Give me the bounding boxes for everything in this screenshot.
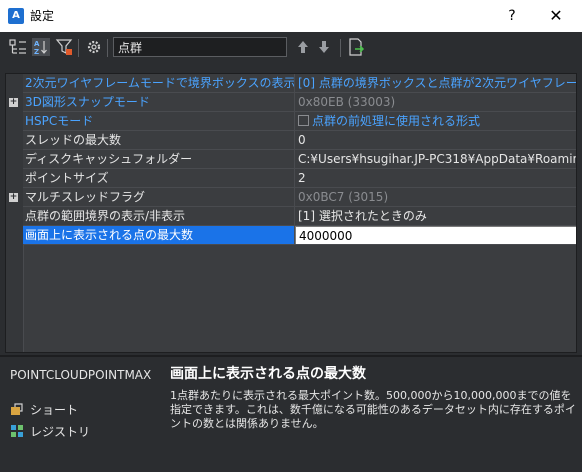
window-title: 設定 [30,9,55,23]
property-value-text: 点群の前処理に使用される形式 [312,114,481,128]
property-name: マルチスレッドフラグ [23,188,295,207]
property-value[interactable]: 0x0BC7 (3015) [295,188,576,207]
alphabetical-view-icon[interactable]: A Z [32,38,50,56]
description-title: 画面上に表示される点の最大数 [170,366,366,382]
filter-icon[interactable] [55,38,73,56]
registry-link[interactable]: レジストリ [10,424,90,440]
property-value[interactable]: 2 [295,169,576,188]
close-button[interactable]: ✕ [541,4,571,28]
property-row[interactable]: + マルチスレッドフラグ 0x0BC7 (3015) [6,188,576,207]
search-input[interactable] [113,37,287,57]
property-name: ポイントサイズ [23,169,295,188]
property-row[interactable]: 2次元ワイヤフレームモードで境界ボックスの表示/非表示 [0] 点群の境界ボック… [6,74,576,93]
property-name: 画面上に表示される点の最大数 [23,226,295,245]
property-row[interactable]: HSPCモード 点群の前処理に使用される形式 [6,112,576,131]
gear-icon[interactable] [85,38,103,56]
shortcut-icon [11,403,23,415]
property-value[interactable]: 点群の前処理に使用される形式 [295,112,576,131]
registry-icon [11,425,23,437]
property-value[interactable]: 0x80EB (33003) [295,93,576,112]
svg-text:Z: Z [34,48,39,56]
property-name: スレッドの最大数 [23,131,295,150]
toolbar: A Z [0,32,582,62]
help-button[interactable]: ? [500,4,524,28]
title-bar: A 設定 ? ✕ [0,0,582,32]
export-icon[interactable] [347,38,365,56]
property-name: 2次元ワイヤフレームモードで境界ボックスの表示/非表示 [23,74,295,93]
property-row-selected[interactable]: 画面上に表示される点の最大数 [6,226,576,245]
app-icon: A [8,8,24,24]
grid-empty-area [23,245,576,352]
property-name: 点群の範囲境界の表示/非表示 [23,207,295,226]
property-row[interactable]: + 3D図形スナップモード 0x80EB (33003) [6,93,576,112]
panel-splitter[interactable] [0,355,582,357]
shortcut-label: ショート [30,403,79,417]
checkbox[interactable] [298,115,309,126]
expand-icon[interactable]: + [9,98,18,107]
property-grid: 2次元ワイヤフレームモードで境界ボックスの表示/非表示 [0] 点群の境界ボック… [5,73,577,353]
property-value[interactable] [295,226,576,245]
property-value-input[interactable] [295,226,576,244]
arrow-down-icon[interactable] [315,38,333,56]
toolbar-separator [340,39,341,57]
expand-icon[interactable]: + [9,193,18,202]
shortcut-link[interactable]: ショート [10,402,78,418]
property-row[interactable]: 点群の範囲境界の表示/非表示 [1] 選択されたときのみ [6,207,576,226]
property-value[interactable]: C:¥Users¥hsugihar.JP-PC318¥AppData¥Roami… [295,150,576,169]
property-value[interactable]: [0] 点群の境界ボックスと点群が2次元ワイヤフレームの表示 [295,74,576,93]
toolbar-separator [107,39,108,57]
svg-text:A: A [34,40,40,48]
property-value[interactable]: 0 [295,131,576,150]
property-name: ディスクキャッシュフォルダー [23,150,295,169]
toolbar-separator [78,39,79,57]
arrow-up-icon[interactable] [294,38,312,56]
property-row[interactable]: ポイントサイズ 2 [6,169,576,188]
categorized-view-icon[interactable] [9,38,27,56]
property-row[interactable]: ディスクキャッシュフォルダー C:¥Users¥hsugihar.JP-PC31… [6,150,576,169]
property-name: HSPCモード [23,112,295,131]
variable-name: POINTCLOUDPOINTMAX [10,368,152,382]
registry-label: レジストリ [30,425,91,439]
property-row[interactable]: スレッドの最大数 0 [6,131,576,150]
description-text: 1点群あたりに表示される最大ポイント数。500,000から10,000,000ま… [170,389,576,430]
property-value[interactable]: [1] 選択されたときのみ [295,207,576,226]
property-name: 3D図形スナップモード [23,93,295,112]
